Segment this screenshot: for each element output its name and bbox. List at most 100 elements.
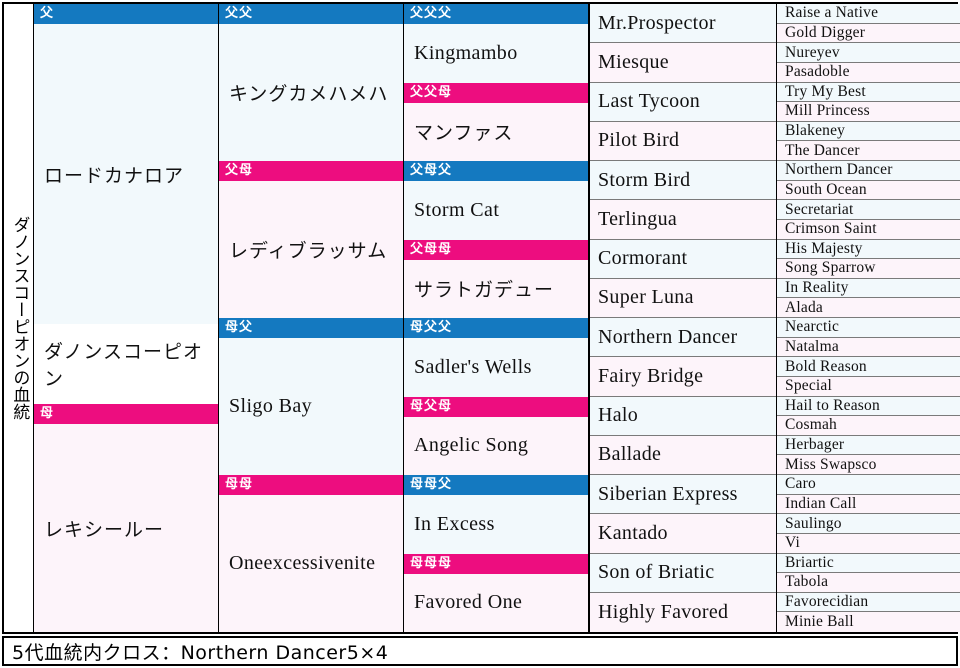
horse-name-gen3: Storm Cat — [404, 181, 588, 240]
pedigree-cell-gen3-in-excess: 母母父 In Excess — [404, 475, 589, 554]
pedigree-cell-gen5-saulingo: Saulingo — [777, 514, 960, 534]
pedigree-cell-gen2-oneexcessivenite: 母母 Oneexcessivenite — [219, 475, 404, 632]
horse-name-gen3: サラトガデュー — [404, 259, 588, 318]
pedigree-cell-gen2-sligo-bay: 母父 Sligo Bay — [219, 318, 404, 475]
pedigree-cell-gen4-highly-favored: Highly Favored — [590, 592, 776, 632]
pedigree-cell-gen3-angelic-song: 母父母 Angelic Song — [404, 396, 589, 475]
pedigree-cell-gen5-blakeney: Blakeney — [777, 121, 960, 142]
horse-name-gen3: Sadler's Wells — [404, 338, 588, 397]
pedigree-cell-gen3-kingmambo: 父父父 Kingmambo — [404, 4, 589, 83]
pedigree-cell-gen5-mill-princess: Mill Princess — [777, 102, 960, 122]
pedigree-cell-gen4-terlingua: Terlingua — [590, 200, 776, 240]
pedigree-cell-gen4-kantado: Kantado — [590, 514, 776, 554]
relation-label-storm-cat: 父母父 — [404, 161, 588, 181]
pedigree-screenshot: ダノンスコーピオンの血統 父ロードカナロア ダノンスコーピオン母レキシールー 父父… — [0, 0, 960, 668]
pedigree-cell-gen2-: 父父 キングカメハメハ — [219, 4, 404, 161]
pedigree-cell-gen4-mr-prospector: Mr.Prospector — [590, 4, 776, 44]
pedigree-cell-gen5-song-sparrow: Song Sparrow — [777, 259, 960, 279]
pedigree-cell-gen2-: 父母 レディブラッサム — [219, 161, 404, 318]
horse-name-gen3: Kingmambo — [404, 24, 588, 83]
pedigree-cell-gen3-: 父父母 マンファス — [404, 82, 589, 161]
pedigree-cell-gen4-halo: Halo — [590, 396, 776, 436]
pedigree-cell-gen4-northern-dancer: Northern Dancer — [590, 318, 776, 358]
horse-name-gen1: レキシールー — [34, 424, 218, 632]
pedigree-cell-gen5-try-my-best: Try My Best — [777, 82, 960, 103]
pedigree-cell-gen4-miesque: Miesque — [590, 43, 776, 83]
pedigree-cell-gen5-alada: Alada — [777, 298, 960, 318]
pedigree-cell-gen3-sadler-s-wells: 母父父 Sadler's Wells — [404, 318, 589, 397]
pedigree-cell-gen4-fairy-bridge: Fairy Bridge — [590, 357, 776, 397]
pedigree-cell-gen5-secretariat: Secretariat — [777, 200, 960, 220]
relation-label-kingmambo: 父父父 — [404, 4, 588, 24]
generation-5-column: Raise a Native Gold Digger Nureyev Pasadobl… — [776, 4, 960, 632]
pedigree-cell-gen5-gold-digger: Gold Digger — [777, 23, 960, 44]
pedigree-cell-gen5-south-ocean: South Ocean — [777, 180, 960, 201]
relation-label-: 父 — [34, 4, 218, 24]
pedigree-cell-gen1-: 母レキシールー — [34, 404, 219, 632]
pedigree-cell-gen3-favored-one: 母母母 Favored One — [404, 553, 589, 632]
pedigree-cell-gen5-herbager: Herbager — [777, 435, 960, 456]
pedigree-cell-gen5-pasadoble: Pasadoble — [777, 62, 960, 83]
generation-4-column: Mr.Prospector Miesque Last Tycoon Pilot Bir… — [589, 4, 776, 632]
pedigree-cell-gen5-nureyev: Nureyev — [777, 43, 960, 63]
pedigree-cell-gen5-natalma: Natalma — [777, 337, 960, 358]
pedigree-cell-gen5-nearctic: Nearctic — [777, 318, 960, 338]
generation-1-column: 父ロードカナロア ダノンスコーピオン母レキシールー — [34, 4, 219, 632]
horse-name-gen1: ロードカナロア — [34, 24, 218, 324]
relation-label-: 母 — [34, 404, 218, 424]
pedigree-cell-gen5-bold-reason: Bold Reason — [777, 357, 960, 377]
inbreeding-note: 5代血統内クロス：Northern Dancer5×4 — [2, 636, 958, 666]
pedigree-cell-gen5-in-reality: In Reality — [777, 278, 960, 299]
pedigree-table: ダノンスコーピオンの血統 父ロードカナロア ダノンスコーピオン母レキシールー 父父… — [2, 2, 960, 634]
pedigree-cell-gen5-his-majesty: His Majesty — [777, 239, 960, 260]
pedigree-cell-gen4-ballade: Ballade — [590, 435, 776, 475]
relation-label-oneexcessivenite: 母母 — [219, 475, 403, 495]
horse-name-gen3: マンファス — [404, 102, 588, 161]
pedigree-cell-gen5-special: Special — [777, 376, 960, 397]
pedigree-cell-gen4-pilot-bird: Pilot Bird — [590, 121, 776, 161]
pedigree-cell-gen1-: ダノンスコーピオン — [34, 324, 219, 404]
pedigree-cell-gen5-briartic: Briartic — [777, 553, 960, 574]
relation-label-sligo-bay: 母父 — [219, 318, 403, 338]
pedigree-cell-gen5-miss-swapsco: Miss Swapsco — [777, 455, 960, 475]
pedigree-cell-gen5-the-dancer: The Dancer — [777, 141, 960, 161]
horse-name-gen2: Sligo Bay — [219, 338, 403, 475]
pedigree-cell-gen4-super-luna: Super Luna — [590, 278, 776, 318]
pedigree-cell-gen5-raise-a-native: Raise a Native — [777, 4, 960, 24]
relation-label-sadler-s-wells: 母父父 — [404, 318, 588, 338]
pedigree-cell-gen5-caro: Caro — [777, 475, 960, 495]
pedigree-cell-gen5-minie-ball: Minie Ball — [777, 612, 960, 632]
pedigree-cell-gen4-last-tycoon: Last Tycoon — [590, 82, 776, 122]
horse-name-gen3: Favored One — [404, 573, 588, 632]
horse-name-gen2: レディブラッサム — [219, 181, 403, 318]
relation-label-angelic-song: 母父母 — [404, 396, 588, 417]
pedigree-cell-gen5-northern-dancer: Northern Dancer — [777, 161, 960, 181]
relation-label-: 父父母 — [404, 82, 588, 103]
horse-name-gen3: Angelic Song — [404, 416, 588, 475]
horse-name-gen3: In Excess — [404, 495, 588, 554]
relation-label-favored-one: 母母母 — [404, 553, 588, 574]
pedigree-cell-gen5-tabola: Tabola — [777, 573, 960, 593]
pedigree-cell-gen3-: 父母母 サラトガデュー — [404, 239, 589, 318]
pedigree-title-vertical: ダノンスコーピオンの血統 — [4, 4, 34, 632]
pedigree-cell-gen1-: 父ロードカナロア — [34, 4, 219, 324]
relation-label-: 父母 — [219, 161, 403, 181]
pedigree-cell-gen5-hail-to-reason: Hail to Reason — [777, 396, 960, 417]
pedigree-cell-gen5-vi: Vi — [777, 533, 960, 554]
pedigree-cell-gen5-favorecidian: Favorecidian — [777, 592, 960, 613]
relation-label-: 父母母 — [404, 239, 588, 260]
pedigree-cell-gen4-son-of-briatic: Son of Briatic — [590, 553, 776, 593]
generation-2-column: 父父 キングカメハメハ 父母 レディブラッサム 母父 Sligo Bay 母母 Oneexce… — [219, 4, 404, 632]
horse-name-gen2: キングカメハメハ — [219, 24, 403, 161]
relation-label-in-excess: 母母父 — [404, 475, 588, 495]
relation-label-: 父父 — [219, 4, 403, 24]
pedigree-cell-gen4-siberian-express: Siberian Express — [590, 475, 776, 515]
generation-3-column: 父父父 Kingmambo 父父母 マンファス 父母父 Storm Cat 父母母 サラトガデ… — [404, 4, 589, 632]
pedigree-cell-gen3-storm-cat: 父母父 Storm Cat — [404, 161, 589, 240]
horse-name-gen2: Oneexcessivenite — [219, 495, 403, 632]
pedigree-cell-gen4-cormorant: Cormorant — [590, 239, 776, 279]
subject-horse-name: ダノンスコーピオン — [34, 324, 218, 404]
pedigree-cell-gen5-cosmah: Cosmah — [777, 416, 960, 436]
inbreeding-note-text: 5代血統内クロス：Northern Dancer5×4 — [12, 641, 389, 664]
pedigree-cell-gen5-indian-call: Indian Call — [777, 494, 960, 515]
